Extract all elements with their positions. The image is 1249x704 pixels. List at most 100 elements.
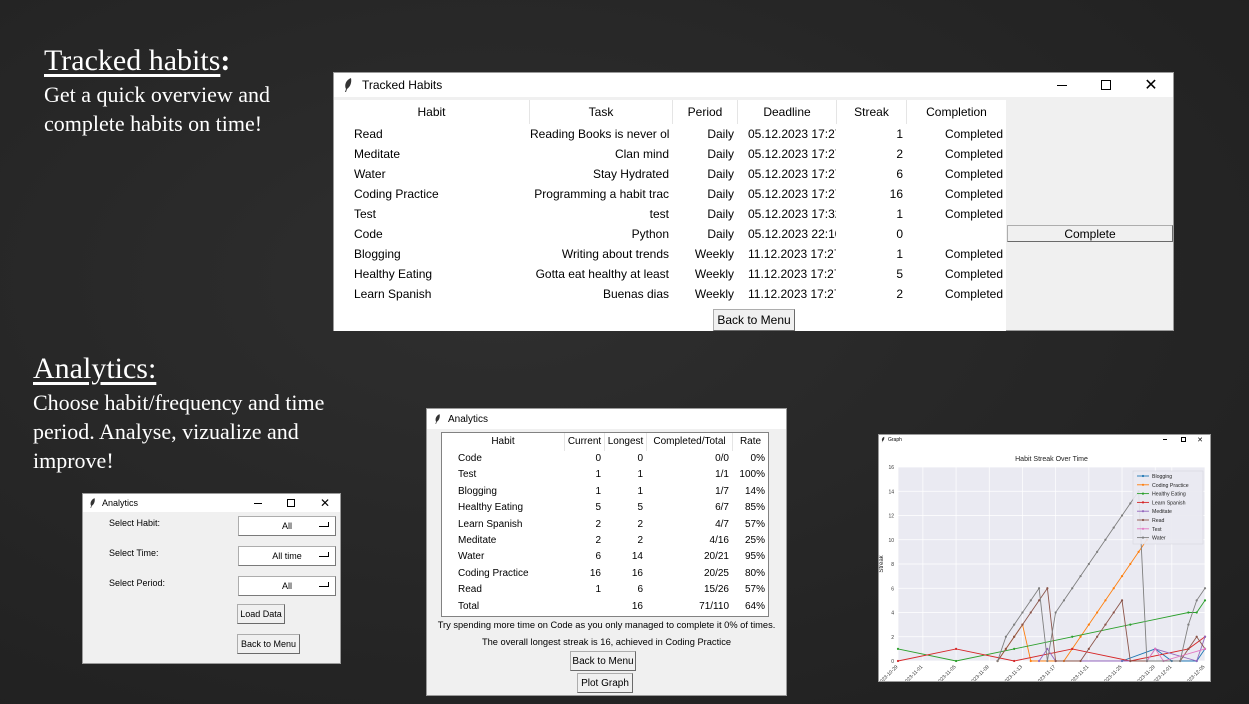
- cell-task: Reading Books is never ol: [530, 127, 669, 141]
- data-point: [1087, 623, 1090, 626]
- column-header-rate[interactable]: Rate: [733, 436, 768, 447]
- data-point: [1087, 647, 1090, 650]
- column-header-period[interactable]: Period: [673, 105, 737, 119]
- select-period-label: Select Period:: [109, 578, 166, 588]
- tracked-habits-caption: Tracked habits: Get a quick overview and…: [44, 44, 334, 138]
- data-point: [1096, 611, 1099, 614]
- table-body: Read Reading Books is never ol Daily 05.…: [334, 127, 1006, 307]
- data-point: [1071, 587, 1074, 590]
- tracked-habits-window: Tracked Habits ✕ Habit Task Period Deadl…: [333, 72, 1174, 331]
- table-row[interactable]: Total 16 71/110 64%: [442, 601, 768, 617]
- table-row[interactable]: Healthy Eating 5 5 6/7 85%: [442, 502, 768, 518]
- cell-habit: Coding Practice: [354, 187, 439, 201]
- table-row[interactable]: Water Stay Hydrated Daily 05.12.2023 17:…: [334, 167, 1006, 187]
- cell-habit: Learn Spanish: [354, 287, 432, 301]
- data-point: [1203, 587, 1207, 590]
- table-row[interactable]: Code Python Daily 05.12.2023 22:10 0: [334, 227, 1006, 247]
- data-point: [1087, 562, 1090, 566]
- column-header-completed-total[interactable]: Completed/Total: [647, 436, 732, 447]
- cell-completion: Completed: [944, 287, 1003, 301]
- period-select[interactable]: All: [238, 576, 336, 596]
- column-header-task[interactable]: Task: [530, 105, 672, 119]
- load-data-button[interactable]: Load Data: [237, 604, 285, 624]
- data-point: [1004, 635, 1007, 638]
- column-header-streak[interactable]: Streak: [837, 105, 906, 119]
- cell-completed-total: 20/21: [703, 551, 729, 563]
- data-point: [1154, 647, 1157, 650]
- cell-completion: Completed: [944, 127, 1003, 141]
- table-row[interactable]: Read Reading Books is never ol Daily 05.…: [334, 127, 1006, 147]
- x-tick-label: 2023-11-01: [902, 664, 924, 681]
- cell-habit: Meditate: [458, 535, 497, 546]
- cell-longest: 14: [631, 551, 643, 563]
- minimize-icon[interactable]: [1046, 73, 1078, 97]
- data-point: [1071, 635, 1074, 638]
- legend-label: Water: [1152, 536, 1166, 542]
- cell-current: 6: [595, 551, 601, 563]
- data-point: [1029, 611, 1032, 614]
- maximize-icon[interactable]: [280, 494, 302, 512]
- table-row[interactable]: Water 6 14 20/21 95%: [442, 551, 768, 567]
- cell-completion: Completed: [944, 207, 1003, 221]
- back-to-menu-button[interactable]: Back to Menu: [713, 309, 795, 331]
- cell-current: 2: [595, 518, 601, 530]
- table-row[interactable]: Blogging 1 1 1/7 14%: [442, 486, 768, 502]
- tracked-habits-colon: :: [220, 44, 231, 77]
- x-tick-label: 2023-11-13: [1002, 664, 1024, 681]
- column-header-habit[interactable]: Habit: [442, 436, 564, 447]
- cell-habit: Code: [354, 227, 383, 241]
- plot-graph-button[interactable]: Plot Graph: [577, 673, 633, 693]
- data-point: [1037, 587, 1041, 590]
- minimize-icon[interactable]: [1159, 435, 1171, 444]
- table-row[interactable]: Test 1 1 1/1 100%: [442, 469, 768, 485]
- maximize-icon[interactable]: [1090, 73, 1122, 97]
- column-header-deadline[interactable]: Deadline: [738, 105, 836, 119]
- table-row[interactable]: Blogging Writing about trends Weekly 11.…: [334, 247, 1006, 267]
- analytics-line-1: Choose habit/frequency and time: [33, 390, 325, 415]
- column-header-current[interactable]: Current: [565, 436, 604, 447]
- table-row[interactable]: Coding Practice Programming a habit trac…: [334, 187, 1006, 207]
- cell-completed-total: 71/110: [699, 600, 729, 612]
- data-point: [1013, 647, 1016, 650]
- close-icon[interactable]: ✕: [313, 494, 337, 512]
- column-header-habit[interactable]: Habit: [334, 105, 529, 119]
- habit-select[interactable]: All: [238, 516, 336, 536]
- cell-period: Daily: [707, 207, 734, 221]
- cell-rate: 0%: [750, 453, 765, 464]
- cell-completed-total: 1/1: [715, 469, 729, 481]
- close-icon[interactable]: ✕: [1134, 73, 1168, 97]
- table-row[interactable]: Healthy Eating Gotta eat healthy at leas…: [334, 267, 1006, 287]
- data-point: [1046, 659, 1049, 663]
- data-point: [996, 659, 999, 663]
- column-header-completion[interactable]: Completion: [907, 105, 1006, 119]
- x-tick-label: 2023-12-05: [1184, 664, 1206, 681]
- minimize-icon[interactable]: [247, 494, 269, 512]
- complete-button[interactable]: Complete: [1007, 225, 1173, 242]
- cell-rate: 95%: [744, 551, 765, 563]
- table-row[interactable]: Test test Daily 05.12.2023 17:32 1 Compl…: [334, 207, 1006, 227]
- data-point: [1120, 514, 1124, 517]
- tracked-habits-heading: Tracked habits: [44, 44, 221, 77]
- data-point: [1037, 659, 1041, 663]
- table-row[interactable]: Meditate Clan mind Daily 05.12.2023 17:2…: [334, 147, 1006, 167]
- legend-marker: [1141, 518, 1145, 522]
- table-body: Code 0 0 0/0 0% Test 1 1 1/1 100% Bloggi…: [442, 453, 768, 617]
- time-select[interactable]: All time: [238, 546, 336, 566]
- close-icon[interactable]: ✕: [1194, 435, 1206, 444]
- back-to-menu-button[interactable]: Back to Menu: [237, 634, 300, 654]
- column-header-longest[interactable]: Longest: [605, 436, 646, 447]
- tracked-habits-line-1: Get a quick overview and: [44, 82, 271, 107]
- table-row[interactable]: Coding Practice 16 16 20/25 80%: [442, 568, 768, 584]
- table-row[interactable]: Read 1 6 15/26 57%: [442, 584, 768, 600]
- x-tick-label: 2023-11-05: [935, 664, 957, 681]
- maximize-icon[interactable]: [1177, 435, 1189, 444]
- cell-task: Programming a habit trac: [534, 187, 669, 201]
- data-point: [896, 659, 900, 663]
- back-to-menu-button[interactable]: Back to Menu: [570, 651, 636, 671]
- table-row[interactable]: Learn Spanish 2 2 4/7 57%: [442, 519, 768, 535]
- table-row[interactable]: Meditate 2 2 4/16 25%: [442, 535, 768, 551]
- streak-chart: Habit Streak Over Time 0 2 4 6 8 10 12 14 16 2023-…: [879, 456, 1207, 681]
- table-row[interactable]: Code 0 0 0/0 0%: [442, 453, 768, 469]
- cell-period: Daily: [707, 187, 734, 201]
- cell-current: 1: [595, 485, 601, 497]
